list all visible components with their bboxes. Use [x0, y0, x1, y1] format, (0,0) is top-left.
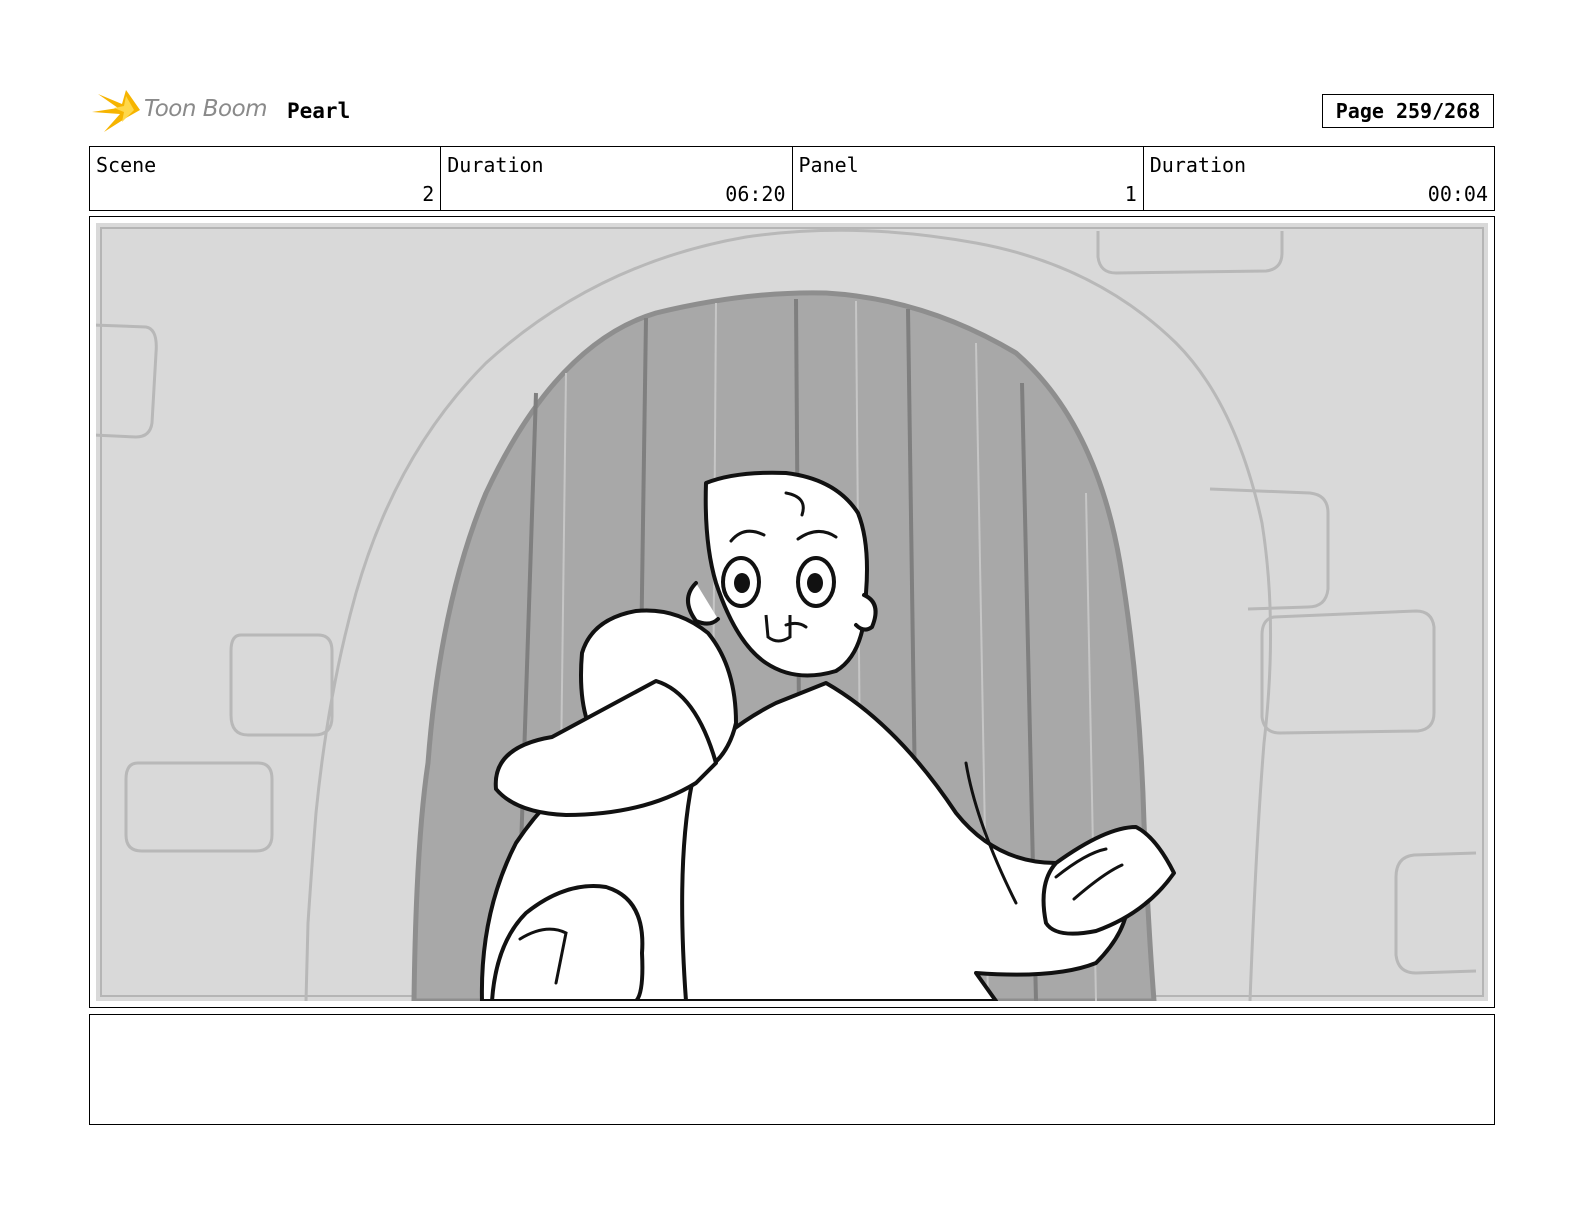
- panel-notes-box: [89, 1014, 1495, 1125]
- project-title: Pearl: [287, 99, 351, 123]
- scene-cell: Scene 2: [90, 147, 442, 210]
- panel-info-table: Scene 2 Duration 06:20 Panel 1 Duration …: [89, 146, 1495, 211]
- scene-duration-cell: Duration 06:20: [441, 147, 793, 210]
- page-number: Page 259/268: [1322, 94, 1494, 128]
- scene-duration-label: Duration: [447, 153, 544, 177]
- panel-label: Panel: [798, 153, 859, 177]
- scene-value: 2: [422, 182, 435, 206]
- panel-value: 1: [1124, 182, 1137, 206]
- logo-wordmark: Toon Boom: [144, 96, 268, 122]
- panel-duration-label: Duration: [1149, 153, 1247, 177]
- storyboard-drawing: [96, 223, 1488, 1001]
- panel-duration-value: 00:04: [1427, 182, 1488, 206]
- toon-boom-logo: Toon Boom: [92, 86, 272, 134]
- scene-duration-value: 06:20: [725, 182, 786, 206]
- scene-label: Scene: [96, 153, 157, 177]
- storyboard-panel: [89, 216, 1495, 1008]
- panel-cell: Panel 1: [793, 147, 1144, 210]
- panel-duration-cell: Duration 00:04: [1144, 147, 1494, 210]
- starburst-icon: [92, 90, 140, 132]
